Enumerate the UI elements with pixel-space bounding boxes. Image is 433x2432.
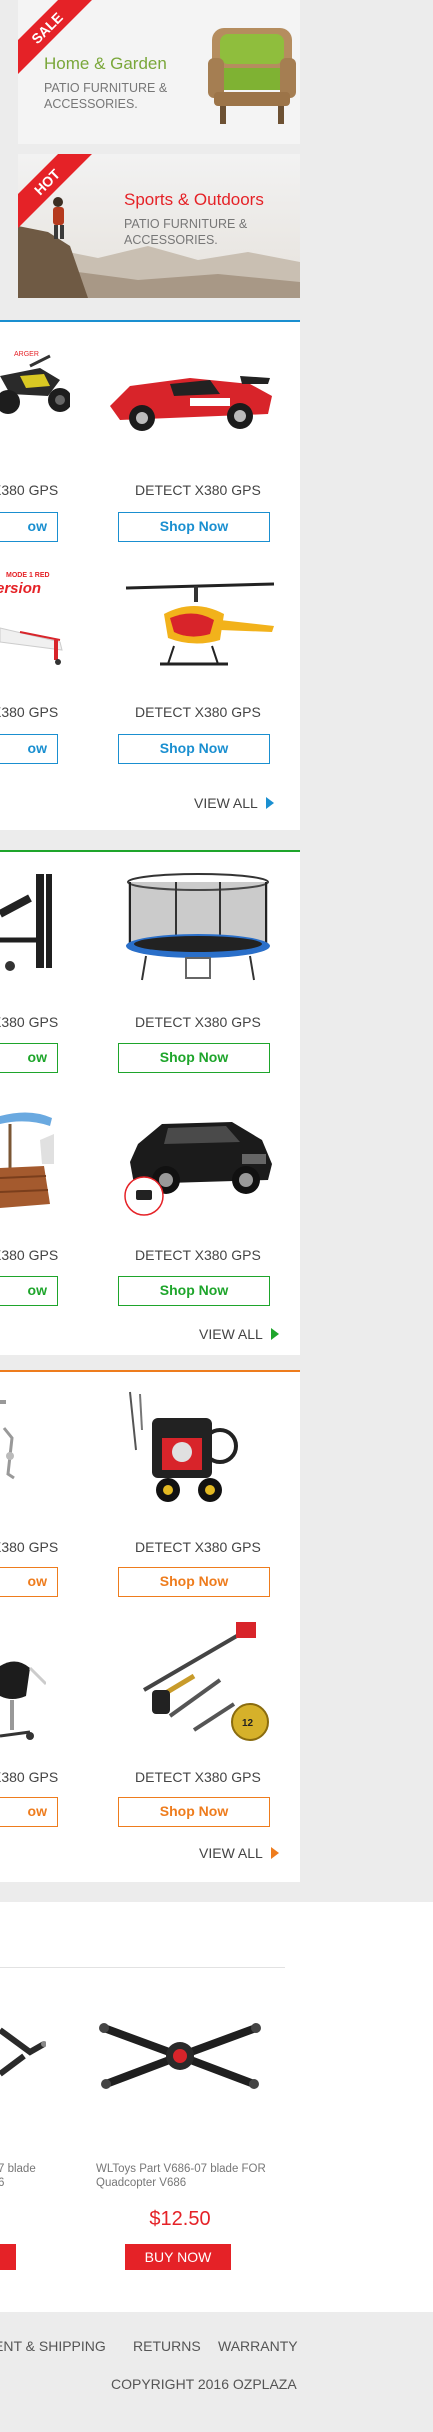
promo-subtitle: PATIO FURNITURE & ACCESSORIES.	[124, 217, 248, 247]
rc-bike-image: ARGER	[0, 351, 70, 414]
product-price: $12.50	[149, 2208, 211, 2230]
view-all-link[interactable]: VIEW ALL	[194, 795, 274, 811]
product-name: DETECT X380 GPS	[135, 704, 261, 720]
shop-now-button[interactable]: ow	[0, 1567, 58, 1597]
svg-text:12: 12	[242, 1718, 254, 1729]
pole-saw-kit-image: 12	[142, 1622, 269, 1741]
shop-now-button[interactable]: ow	[0, 1276, 58, 1306]
quadcopter-frame-image	[99, 2023, 261, 2089]
shop-now-button[interactable]: Shop Now	[118, 1567, 270, 1597]
promo-subtitle: PATIO FURNITURE & ACCESSORIES.	[44, 81, 168, 111]
view-all-link[interactable]: VIEW ALL	[199, 1845, 279, 1861]
product-name: DETECT X380 GPS	[135, 1769, 261, 1785]
product-badge-text: ersion	[0, 580, 42, 597]
product-name: X380 GPS	[0, 482, 59, 498]
office-chair-image	[0, 1661, 46, 1740]
shop-now-button[interactable]: ow	[0, 512, 58, 542]
triangle-right-icon	[270, 1328, 279, 1340]
product-section-orange: X380 GPS ow DETECT X380 GPS Shop Now X38…	[0, 1370, 300, 1882]
shop-now-button[interactable]: Shop Now	[118, 734, 270, 764]
view-all-label: VIEW ALL	[194, 795, 258, 811]
triangle-right-icon	[270, 1847, 279, 1859]
product-badge-text: MODE 1 RED	[6, 572, 50, 579]
product-name: DETECT X380 GPS	[135, 1247, 261, 1263]
footer-link-returns[interactable]: RETURNS	[133, 2338, 201, 2354]
triangle-right-icon	[265, 797, 274, 809]
shop-now-button[interactable]: ow	[0, 1043, 58, 1073]
promo-banner-sports-outdoors[interactable]: HOT Sports & Outdoors PATIO FURNITURE & …	[18, 154, 300, 298]
promo-title: Home & Garden	[44, 54, 167, 73]
view-all-label: VIEW ALL	[199, 1845, 263, 1861]
shop-now-button[interactable]: Shop Now	[118, 1043, 270, 1073]
footer-link-warranty[interactable]: WARRANTY	[218, 2338, 298, 2354]
rc-helicopter-image	[125, 582, 275, 666]
product-name: X380 GPS	[0, 1769, 59, 1785]
product-name: DETECT X380 GPS	[135, 1014, 261, 1030]
rc-plane-image	[0, 627, 63, 665]
sandbox-boat-image	[0, 1112, 54, 1208]
footer: ENT & SHIPPING RETURNS WARRANTY COPYRIGH…	[0, 2312, 433, 2432]
product-name: DETECT X380 GPS	[135, 1539, 261, 1555]
buy-now-button[interactable]	[0, 2244, 16, 2270]
product-name: X380 GPS	[0, 704, 59, 720]
quadcopter-frame-image	[0, 2027, 46, 2077]
pressure-washer-image	[129, 1391, 238, 1502]
promo-title: Sports & Outdoors	[124, 190, 264, 209]
product-section-green: X380 GPS ow DETECT X380 GPS Shop Now X38…	[0, 850, 300, 1355]
ride-on-car-image	[124, 1122, 272, 1216]
footer-link-shipping[interactable]: ENT & SHIPPING	[0, 2338, 106, 2354]
product-name: X380 GPS	[0, 1539, 59, 1555]
trampoline-image	[126, 873, 270, 981]
svg-text:ARGER: ARGER	[14, 351, 39, 358]
product-title: 7 blade 6	[0, 2163, 36, 2189]
rc-car-image	[110, 376, 272, 431]
product-section-blue: ARGER X380 GPS ow DETECT X380 GPS Shop N…	[0, 320, 300, 830]
product-name: X380 GPS	[0, 1014, 59, 1030]
shop-now-button[interactable]: Shop Now	[118, 1797, 270, 1827]
shop-now-button[interactable]: Shop Now	[118, 512, 270, 542]
divider	[0, 1967, 285, 1968]
view-all-label: VIEW ALL	[199, 1326, 263, 1342]
email-page: SALE Home & Garden PATIO FURNITURE & ACC…	[0, 0, 433, 2432]
product-name: DETECT X380 GPS	[135, 482, 261, 498]
promo-banner-home-garden[interactable]: SALE Home & Garden PATIO FURNITURE & ACC…	[18, 0, 300, 144]
related-products-section: 7 blade 6 WLToys Part V686-07 blade FOR …	[0, 1902, 433, 2312]
shop-now-button[interactable]: Shop Now	[118, 1276, 270, 1306]
buy-now-button[interactable]: BUY NOW	[125, 2244, 231, 2270]
shop-now-button[interactable]: ow	[0, 1797, 58, 1827]
copyright: COPYRIGHT 2016 OZPLAZA	[111, 2376, 297, 2392]
armchair-image	[208, 28, 296, 124]
view-all-link[interactable]: VIEW ALL	[199, 1326, 279, 1342]
weight-bench-image	[0, 874, 52, 971]
shop-now-button[interactable]: ow	[0, 734, 58, 764]
tool-image	[0, 1400, 15, 1480]
product-name: X380 GPS	[0, 1247, 59, 1263]
product-title: WLToys Part V686-07 blade FOR Quadcopter…	[96, 2163, 266, 2189]
